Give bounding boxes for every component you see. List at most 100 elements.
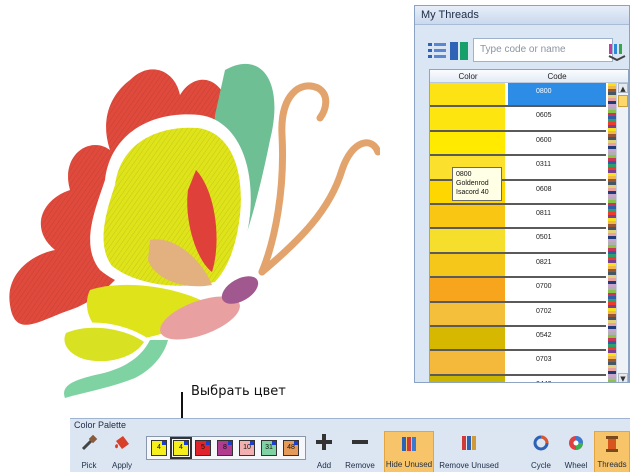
threads-grid: Color Code 0800 0605 0600 0311 0608 0811 0501 0… <box>429 69 629 383</box>
cycle-icon <box>533 435 549 451</box>
thread-charts-icon[interactable] <box>607 41 627 61</box>
cycle-label: Cycle <box>530 461 551 470</box>
threads-toolbar: Type code or name <box>421 35 630 69</box>
wheel-label: Wheel <box>564 461 588 470</box>
thread-code[interactable]: 0501 <box>508 229 606 251</box>
scroll-up-icon[interactable]: ▲ <box>618 83 628 93</box>
thread-row[interactable]: 0821 <box>430 253 606 279</box>
my-threads-panel: My Threads Type code or name Color Code … <box>414 5 630 383</box>
thread-row[interactable]: 0442 <box>430 375 606 382</box>
chip-marker <box>294 441 298 445</box>
palette-chip-label: 4 <box>157 444 161 451</box>
thread-code[interactable]: 0542 <box>508 327 606 349</box>
palette-chip[interactable]: 4 <box>151 440 167 456</box>
tooltip-name: Goldenrod <box>456 180 489 187</box>
palette-chip-label: 4 <box>179 444 183 451</box>
cycle-button[interactable]: Cycle <box>526 431 556 472</box>
thread-color-swatch[interactable] <box>430 253 505 277</box>
thread-color-swatch[interactable] <box>430 351 505 374</box>
chip-marker <box>206 441 210 445</box>
palette-chip-label: 8 <box>223 444 227 451</box>
hide-unused-button[interactable]: Hide Unused <box>384 431 434 472</box>
palette-chip-label: 48 <box>287 444 295 451</box>
thread-code[interactable]: 0311 <box>508 156 606 178</box>
thread-color-swatch[interactable] <box>430 107 505 130</box>
chip-marker <box>250 441 254 445</box>
thread-color-swatch[interactable] <box>430 131 505 155</box>
palette-chips: 4 4 5 8 10 31 48 <box>146 436 306 460</box>
thread-code[interactable]: 0605 <box>508 107 606 129</box>
panel-title: My Threads <box>415 6 629 25</box>
chip-marker <box>162 441 166 445</box>
thread-row[interactable]: 0703 <box>430 351 606 376</box>
thread-code[interactable]: 0442 <box>508 376 606 382</box>
thread-code[interactable]: 0700 <box>508 278 606 300</box>
search-input[interactable]: Type code or name <box>473 38 613 62</box>
thread-rows: 0800 0605 0600 0311 0608 0811 0501 0821 0700 0702… <box>430 83 606 382</box>
palette-chip[interactable]: 10 <box>239 440 255 456</box>
list-view-icon[interactable] <box>427 41 447 61</box>
palette-chip-label: 10 <box>243 444 251 451</box>
minus-icon <box>352 440 368 444</box>
thread-code[interactable]: 0600 <box>508 132 606 154</box>
palette-chip[interactable]: 31 <box>261 440 277 456</box>
palette-title: Color Palette <box>74 420 127 430</box>
scroll-down-icon[interactable]: ▼ <box>618 373 628 382</box>
thread-code[interactable]: 0811 <box>508 205 606 227</box>
thread-row[interactable]: 0542 <box>430 326 606 352</box>
grid-view-icon[interactable] <box>449 41 469 61</box>
scrollbar[interactable]: ▲ ▼ <box>616 83 628 382</box>
thread-row[interactable]: 0800 <box>430 83 606 108</box>
thread-code[interactable]: 0702 <box>508 303 606 325</box>
butterfly-embroidery <box>9 63 380 398</box>
remove-unused-icon <box>462 436 476 450</box>
thread-row[interactable]: 0811 <box>430 204 606 230</box>
apply-button[interactable]: Apply <box>106 431 138 472</box>
add-button[interactable]: Add <box>310 431 338 472</box>
thread-row[interactable]: 0700 <box>430 278 606 303</box>
grid-header: Color Code <box>430 70 628 83</box>
thread-row[interactable]: 0605 <box>430 107 606 132</box>
hide-unused-label: Hide Unused <box>385 460 433 469</box>
thread-color-swatch[interactable] <box>430 229 505 252</box>
chip-marker <box>184 441 188 445</box>
remove-unused-label: Remove Unused <box>439 461 499 470</box>
wheel-button[interactable]: Wheel <box>560 431 592 472</box>
thread-code[interactable]: 0821 <box>508 254 606 276</box>
thread-color-swatch[interactable] <box>430 204 505 228</box>
thread-spool-icon <box>606 436 618 452</box>
palette-chip[interactable]: 48 <box>283 440 299 456</box>
threads-button[interactable]: Threads <box>594 431 630 472</box>
thread-color-swatch[interactable] <box>430 326 505 350</box>
column-header-code[interactable]: Code <box>508 72 606 81</box>
annotation-label: Выбрать цвет <box>191 384 286 399</box>
thread-row[interactable]: 0600 <box>430 131 606 157</box>
hide-unused-icon <box>402 437 416 451</box>
palette-chip[interactable]: 5 <box>195 440 211 456</box>
thread-row[interactable]: 0501 <box>430 229 606 254</box>
remove-unused-button[interactable]: Remove Unused <box>436 431 502 472</box>
palette-chip[interactable]: 8 <box>217 440 233 456</box>
thread-row[interactable]: 0702 <box>430 302 606 327</box>
palette-chip[interactable]: 4 <box>170 437 192 459</box>
thread-code[interactable]: 0703 <box>508 351 606 373</box>
tooltip-code: 0800 <box>456 171 472 178</box>
thread-color-swatch[interactable] <box>430 375 505 382</box>
threads-label: Threads <box>597 460 627 469</box>
thread-color-swatch[interactable] <box>430 83 505 106</box>
thread-color-swatch[interactable] <box>430 278 505 301</box>
remove-button[interactable]: Remove <box>340 431 380 472</box>
color-palette-toolbar: Color Palette Pick Apply 4 4 5 8 10 31 48 Add … <box>70 418 630 472</box>
column-header-color[interactable]: Color <box>430 72 506 81</box>
thread-code[interactable]: 0800 <box>508 83 606 106</box>
chip-marker <box>228 441 232 445</box>
pick-label: Pick <box>81 461 97 470</box>
thread-code[interactable]: 0608 <box>508 181 606 203</box>
palette-chip-label: 31 <box>265 444 273 451</box>
add-label: Add <box>316 461 332 470</box>
scroll-thumb[interactable] <box>618 95 628 107</box>
thread-color-swatch[interactable] <box>430 302 505 325</box>
chip-marker <box>272 441 276 445</box>
eyedropper-icon <box>81 434 98 451</box>
pick-button[interactable]: Pick <box>74 431 104 472</box>
